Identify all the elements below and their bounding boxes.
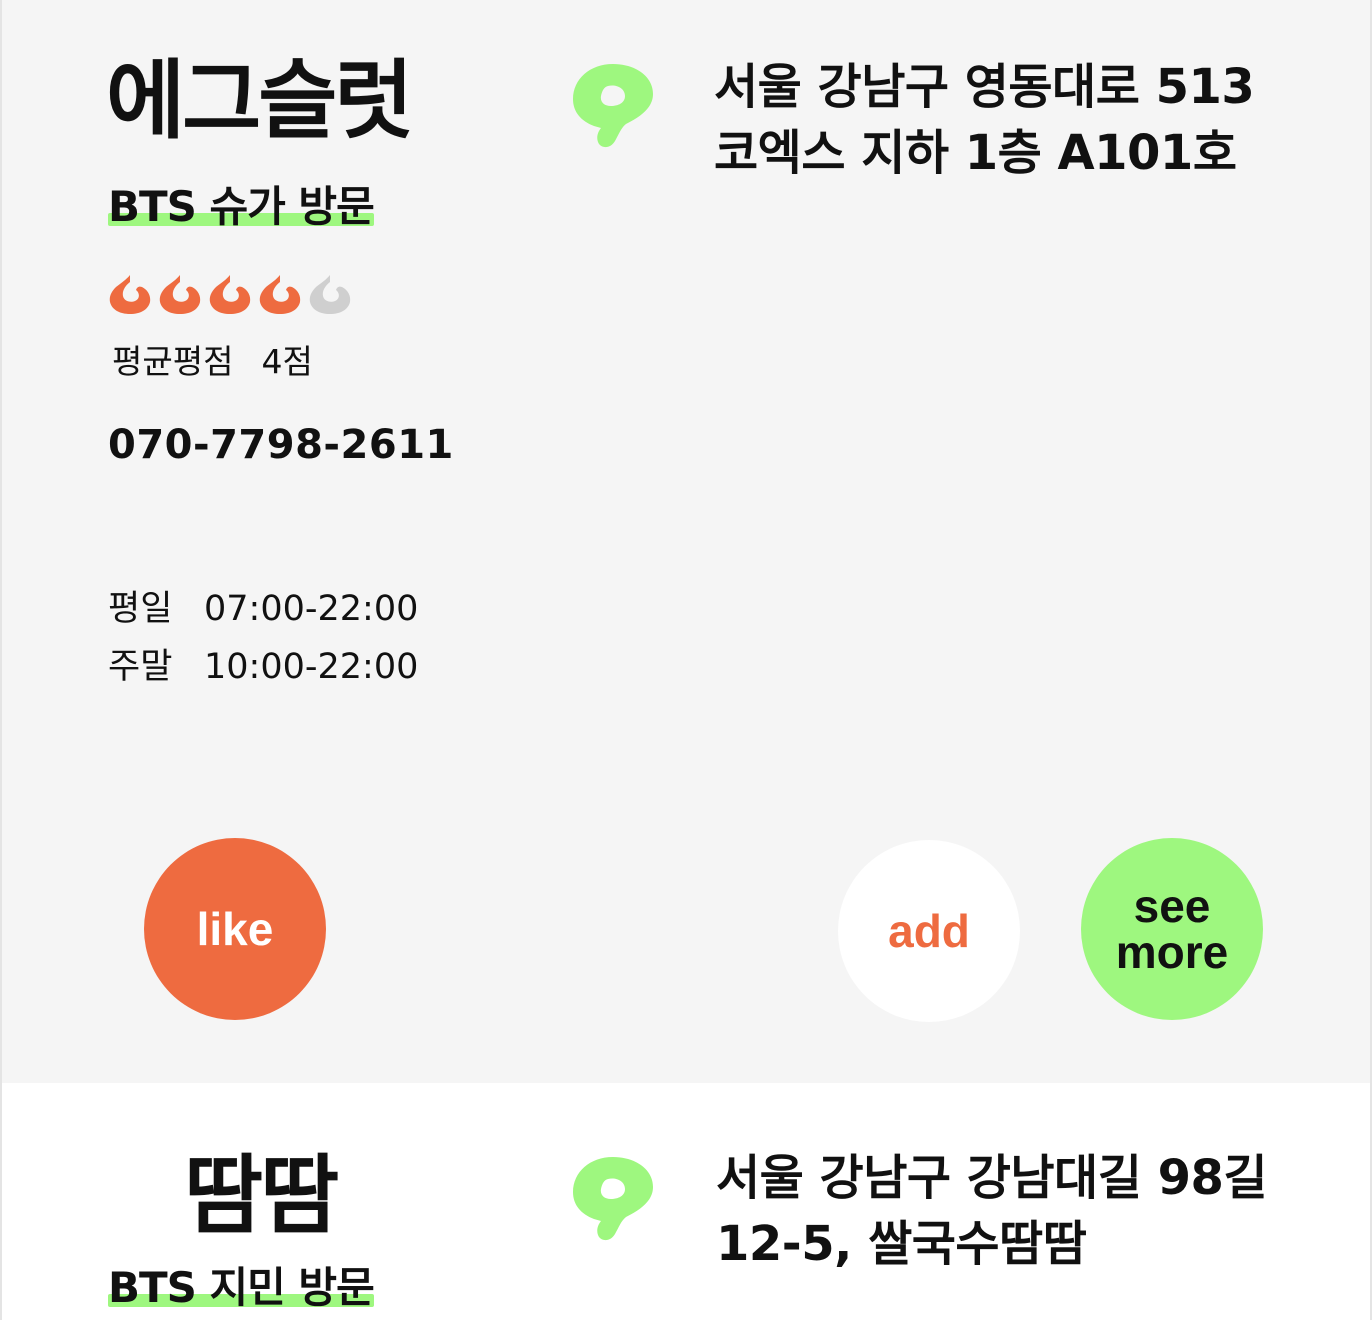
hours-time: 10:00-22:00: [204, 647, 419, 687]
hours-weekend: 주말 10:00-22:00: [108, 638, 418, 689]
rating-drop-icon: [209, 275, 251, 314]
celebrity-visit-tag: BTS 지민 방문: [108, 1263, 375, 1312]
page-edge-left: [0, 0, 2, 1320]
rating-drop-icon: [259, 275, 301, 314]
phone-number[interactable]: 070-7798-2611: [108, 422, 454, 468]
store-card-egslut: 에그슬럿 BTS 슈가 방문 평균평점 4점 070-7798-2611 평일 07…: [0, 0, 1372, 1083]
address: 서울 강남구 강남대길 98길 12-5, 쌀국수땀땀: [716, 1145, 1268, 1277]
rating-drop-icon: [109, 275, 151, 314]
hours-label: 주말: [108, 647, 173, 687]
like-button[interactable]: like: [144, 838, 326, 1020]
hours-weekday: 평일 07:00-22:00: [108, 580, 418, 631]
average-rating-label: 평균평점: [112, 342, 234, 381]
location-pin-icon: [573, 64, 653, 148]
address-line: 12-5, 쌀국수땀땀: [716, 1216, 1087, 1272]
hours-time: 07:00-22:00: [204, 589, 419, 629]
celebrity-visit-tag: BTS 슈가 방문: [108, 182, 375, 231]
see-more-button[interactable]: see more: [1081, 838, 1263, 1020]
store-name: 에그슬럿: [106, 51, 413, 151]
add-button[interactable]: add: [838, 840, 1020, 1022]
address-line: 서울 강남구 강남대길 98길: [716, 1150, 1268, 1206]
address: 서울 강남구 영동대로 513 코엑스 지하 1층 A101호: [714, 54, 1255, 186]
hours-label: 평일: [108, 589, 173, 629]
address-line: 코엑스 지하 1층 A101호: [714, 125, 1237, 181]
rating-drop-icon: [309, 275, 351, 314]
average-rating: 평균평점 4점: [112, 335, 313, 383]
average-rating-value: 4점: [261, 342, 313, 381]
rating-drop-icon: [159, 275, 201, 314]
store-name: 땀땀: [184, 1146, 339, 1246]
address-line: 서울 강남구 영동대로 513: [714, 59, 1255, 115]
rating-icons: [108, 272, 352, 316]
location-pin-icon: [573, 1157, 653, 1241]
store-card-ttamttam: 땀땀 BTS 지민 방문 서울 강남구 강남대길 98길 12-5, 쌀국수땀땀: [0, 1083, 1372, 1320]
